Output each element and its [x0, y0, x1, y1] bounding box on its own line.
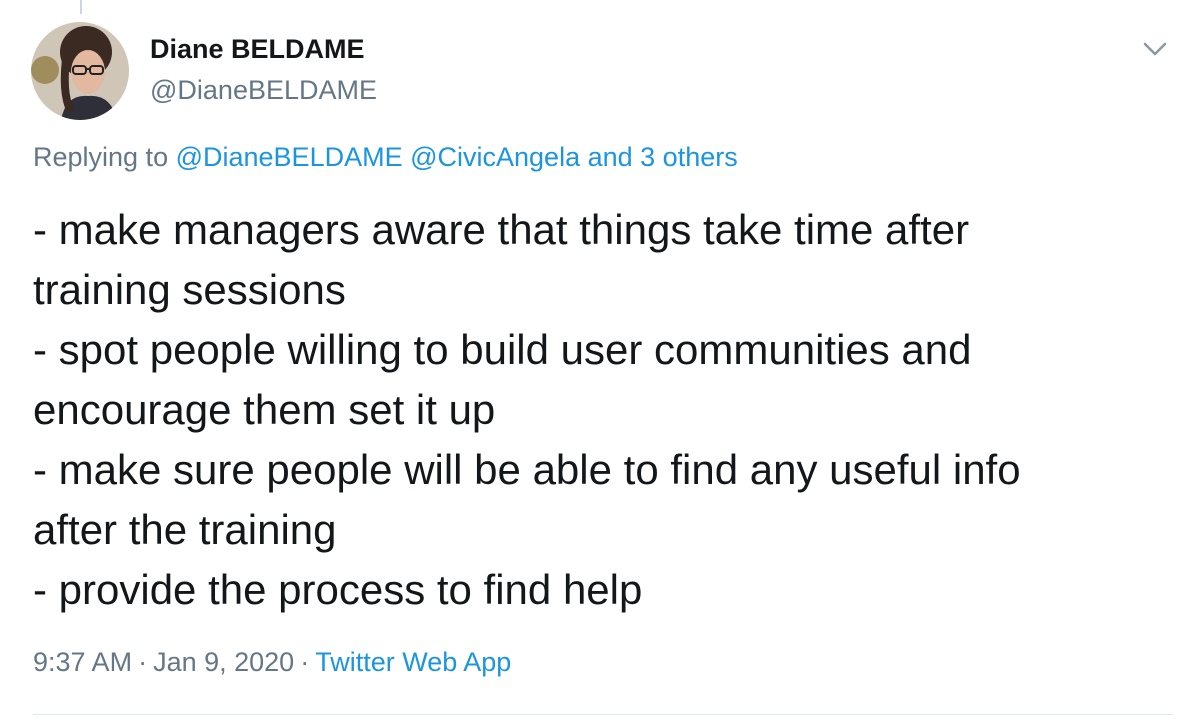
tweet-text-line: - provide the process to find help	[33, 566, 643, 613]
tweet-text-line: training sessions	[33, 266, 346, 313]
reply-mention-link[interactable]: @CivicAngela	[410, 142, 580, 172]
avatar-photo-icon	[31, 22, 129, 120]
author-handle[interactable]: @DianeBELDAME	[150, 75, 377, 106]
reply-mention-link[interactable]: @DianeBELDAME	[176, 142, 403, 172]
meta-separator: ·	[138, 647, 148, 677]
meta-separator: ·	[300, 647, 310, 677]
tweet-time[interactable]: 9:37 AM	[33, 647, 132, 677]
avatar[interactable]	[31, 22, 129, 120]
tweet-text-line: - make managers aware that things take t…	[33, 206, 970, 253]
tweet-source-link[interactable]: Twitter Web App	[315, 647, 511, 677]
tweet-text-line: - spot people willing to build user comm…	[33, 326, 972, 373]
tweet-date[interactable]: Jan 9, 2020	[153, 647, 294, 677]
chevron-down-icon[interactable]	[1138, 32, 1172, 66]
reply-others-link[interactable]: and 3 others	[588, 142, 738, 172]
divider	[33, 714, 1173, 715]
tweet-text-line: - make sure people will be able to find …	[33, 446, 1021, 493]
tweet-text-line: after the training	[33, 506, 337, 553]
tweet-meta: 9:37 AM · Jan 9, 2020 · Twitter Web App	[33, 647, 511, 678]
thread-connector-line	[80, 0, 82, 14]
replying-to-line: Replying to @DianeBELDAME @CivicAngela a…	[33, 142, 738, 173]
replying-to-prefix: Replying to	[33, 142, 176, 172]
tweet-text: - make managers aware that things take t…	[33, 200, 1173, 620]
author-display-name[interactable]: Diane BELDAME	[150, 34, 365, 65]
tweet-text-line: encourage them set it up	[33, 386, 496, 433]
